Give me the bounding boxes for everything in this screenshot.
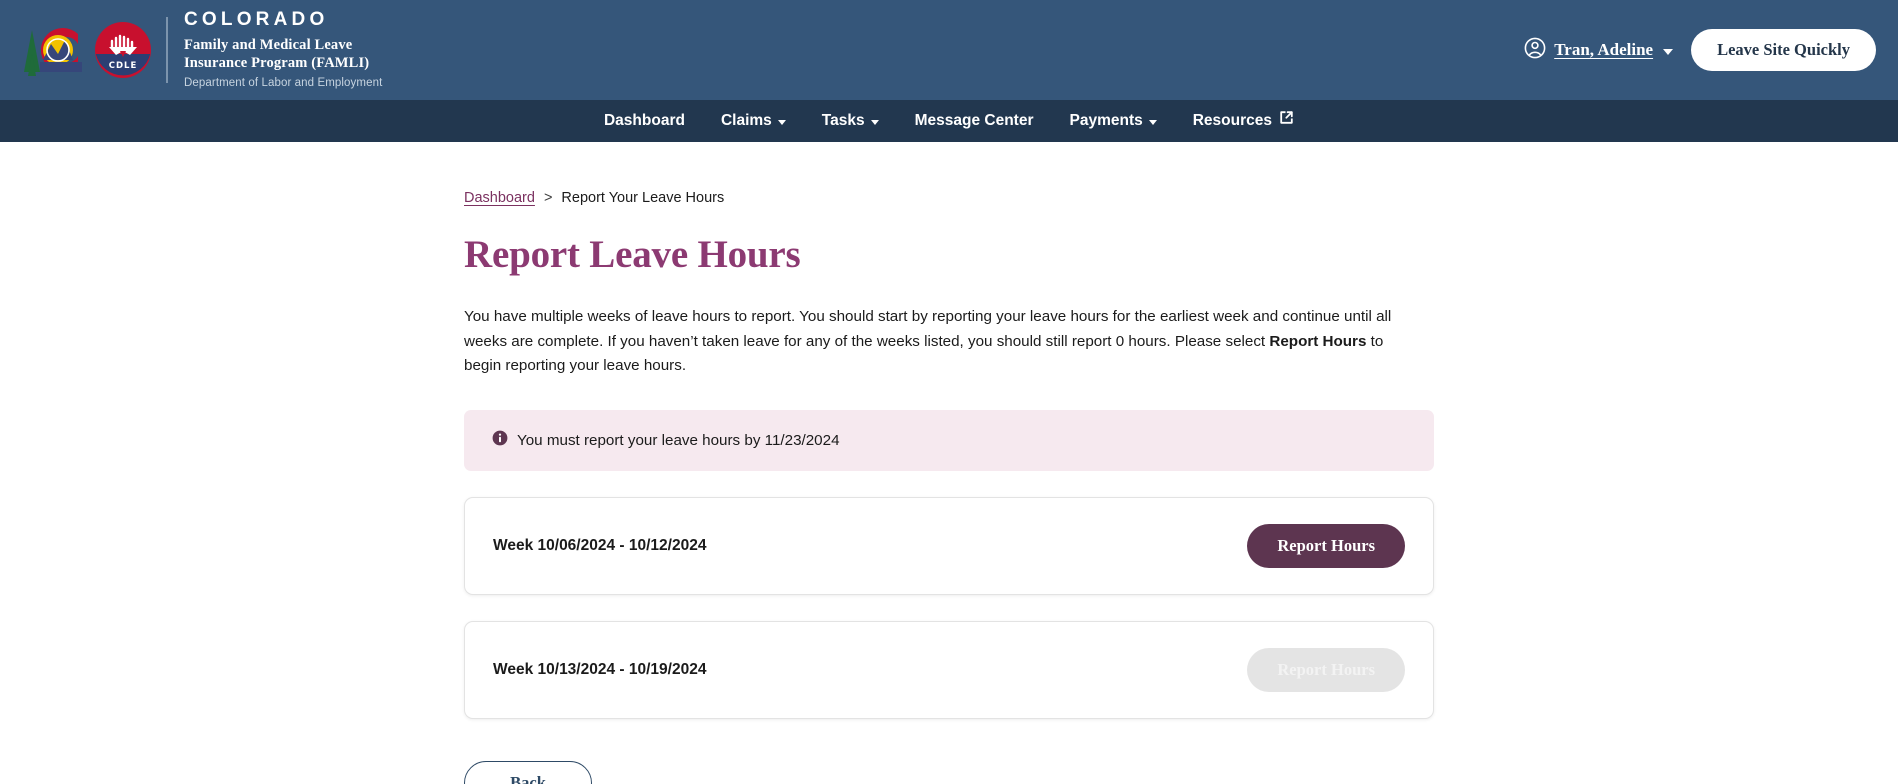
- chevron-down-icon: [1148, 120, 1157, 125]
- user-menu[interactable]: Tran, Adeline: [1524, 37, 1674, 64]
- report-hours-button-disabled: Report Hours: [1247, 647, 1405, 692]
- brand-text: COLORADO Family and Medical Leave Insura…: [184, 9, 383, 90]
- deadline-alert-banner: You must report your leave hours by 11/2…: [464, 409, 1434, 471]
- logo-marks: CDLE: [18, 20, 152, 80]
- report-hours-button[interactable]: Report Hours: [1247, 523, 1405, 568]
- nav-item-resources[interactable]: Resources: [1175, 100, 1312, 142]
- header-right-actions: Tran, Adeline Leave Site Quickly: [1524, 29, 1876, 71]
- svg-text:CDLE: CDLE: [109, 61, 138, 71]
- breadcrumb: Dashboard > Report Your Leave Hours: [464, 190, 1434, 206]
- nav-item-payments[interactable]: Payments: [1052, 100, 1175, 142]
- nav-item-tasks[interactable]: Tasks: [804, 100, 897, 142]
- leave-site-quickly-button[interactable]: Leave Site Quickly: [1691, 29, 1876, 71]
- week-range-label: Week 10/13/2024 - 10/19/2024: [493, 660, 707, 678]
- breadcrumb-link-dashboard[interactable]: Dashboard: [464, 190, 535, 206]
- colorado-c-logo-icon: [18, 20, 90, 80]
- week-card: Week 10/06/2024 - 10/12/2024 Report Hour…: [464, 496, 1434, 595]
- nav-item-claims[interactable]: Claims: [703, 100, 804, 142]
- brand-logo[interactable]: CDLE COLORADO Family and Medical Leave I…: [18, 10, 382, 89]
- breadcrumb-separator: >: [543, 190, 553, 206]
- nav-label-message-center: Message Center: [914, 112, 1034, 129]
- nav-item-dashboard[interactable]: Dashboard: [586, 100, 703, 142]
- chevron-down-icon: [870, 120, 879, 125]
- external-link-icon: [1279, 100, 1294, 142]
- chevron-down-icon: [1663, 48, 1674, 55]
- nav-label-payments: Payments: [1069, 112, 1143, 129]
- user-circle-icon: [1524, 37, 1546, 64]
- nav-label-dashboard: Dashboard: [603, 112, 685, 129]
- week-card: Week 10/13/2024 - 10/19/2024 Report Hour…: [464, 620, 1434, 719]
- cdle-seal-icon: CDLE: [94, 21, 152, 79]
- main-navigation: Dashboard Claims Tasks Message Center Pa…: [0, 100, 1898, 142]
- brand-program-line1: Family and Medical Leave: [184, 36, 353, 53]
- brand-program-line2: Insurance Program (FAMLI): [184, 55, 370, 72]
- intro-text-bold: Report Hours: [1269, 332, 1367, 350]
- content-container: Dashboard > Report Your Leave Hours Repo…: [464, 190, 1434, 784]
- nav-item-message-center[interactable]: Message Center: [897, 100, 1052, 142]
- brand-colorado-label: COLORADO: [184, 9, 329, 31]
- brand-department-label: Department of Labor and Employment: [184, 77, 383, 90]
- intro-paragraph: You have multiple weeks of leave hours t…: [464, 305, 1416, 379]
- nav-label-resources: Resources: [1192, 112, 1272, 129]
- intro-text-part1: You have multiple weeks of leave hours t…: [464, 308, 1392, 350]
- page-title: Report Leave Hours: [464, 233, 801, 276]
- nav-label-claims: Claims: [720, 112, 772, 129]
- breadcrumb-current-page: Report Your Leave Hours: [561, 190, 725, 206]
- week-range-label: Week 10/06/2024 - 10/12/2024: [493, 536, 707, 554]
- back-button[interactable]: Back: [464, 760, 592, 784]
- top-header: CDLE COLORADO Family and Medical Leave I…: [0, 0, 1898, 100]
- page-content: Dashboard > Report Your Leave Hours Repo…: [0, 190, 1898, 784]
- user-name-label: Tran, Adeline: [1554, 40, 1654, 59]
- brand-divider: [166, 16, 168, 83]
- chevron-down-icon: [777, 120, 786, 125]
- deadline-alert-text: You must report your leave hours by 11/2…: [517, 431, 840, 449]
- nav-label-tasks: Tasks: [821, 112, 865, 129]
- info-circle-icon: [492, 430, 508, 451]
